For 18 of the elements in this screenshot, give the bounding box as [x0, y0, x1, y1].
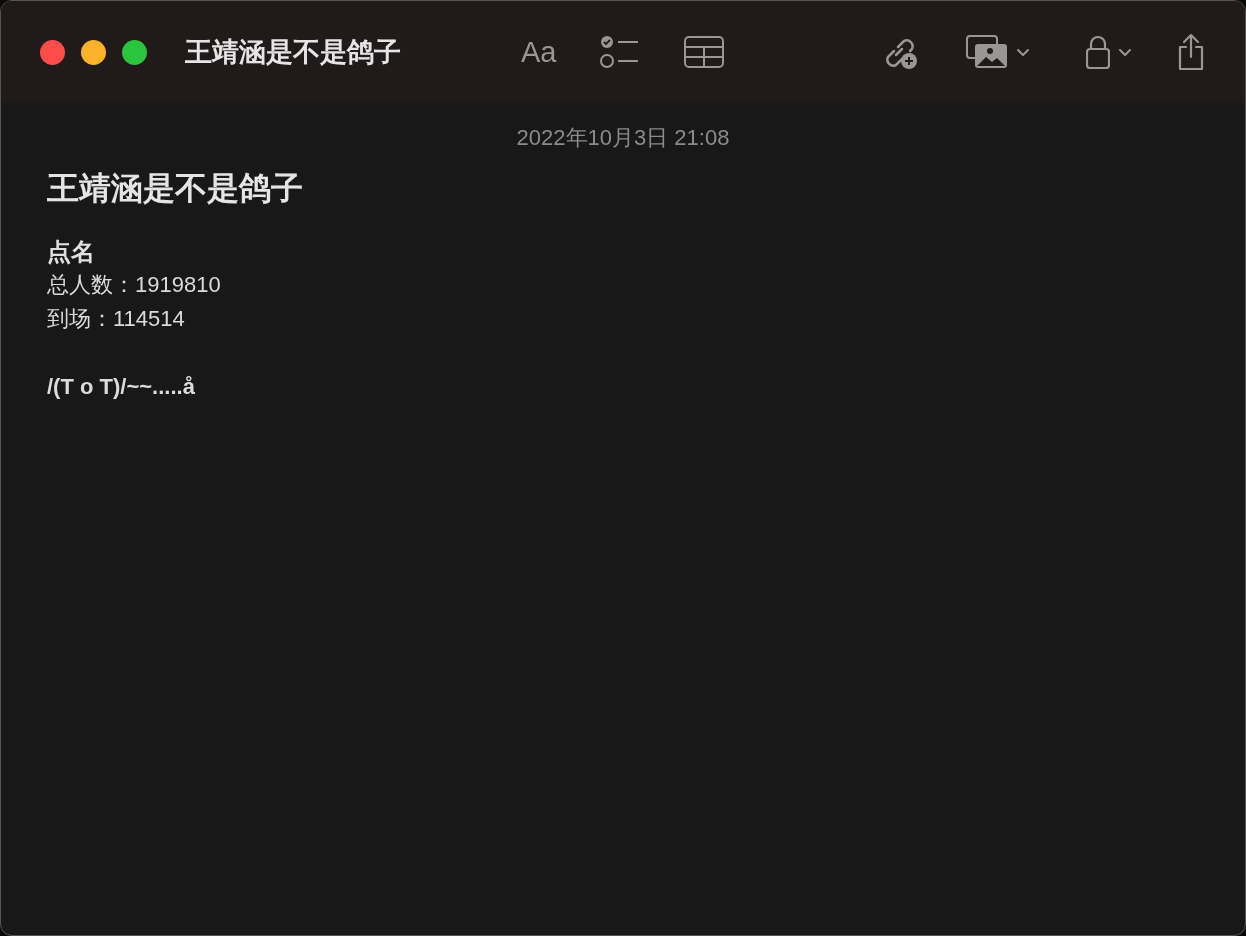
lock-icon[interactable] — [1086, 35, 1110, 69]
chevron-down-icon[interactable] — [1118, 47, 1132, 57]
share-icon[interactable] — [1176, 33, 1206, 71]
minimize-button[interactable] — [81, 39, 106, 65]
format-button[interactable]: Aa — [521, 37, 557, 67]
table-icon[interactable] — [684, 36, 725, 68]
note-text: /(T o T)/~~.....å — [47, 373, 195, 401]
close-button[interactable] — [40, 39, 65, 65]
chevron-down-icon[interactable] — [1016, 47, 1030, 57]
photos-icon[interactable] — [966, 35, 1008, 69]
note-text: 总人数：1919810 — [47, 271, 221, 299]
note-heading: 点名 — [47, 237, 95, 267]
checklist-icon[interactable] — [600, 35, 641, 69]
zoom-button[interactable] — [122, 39, 147, 65]
note-date: 2022年10月3日 21:08 — [516, 124, 730, 152]
note-title: 王靖涵是不是鸽子 — [47, 169, 303, 208]
note-text: 到场：114514 — [47, 305, 185, 333]
window-title: 王靖涵是不是鸽子 — [185, 35, 401, 69]
